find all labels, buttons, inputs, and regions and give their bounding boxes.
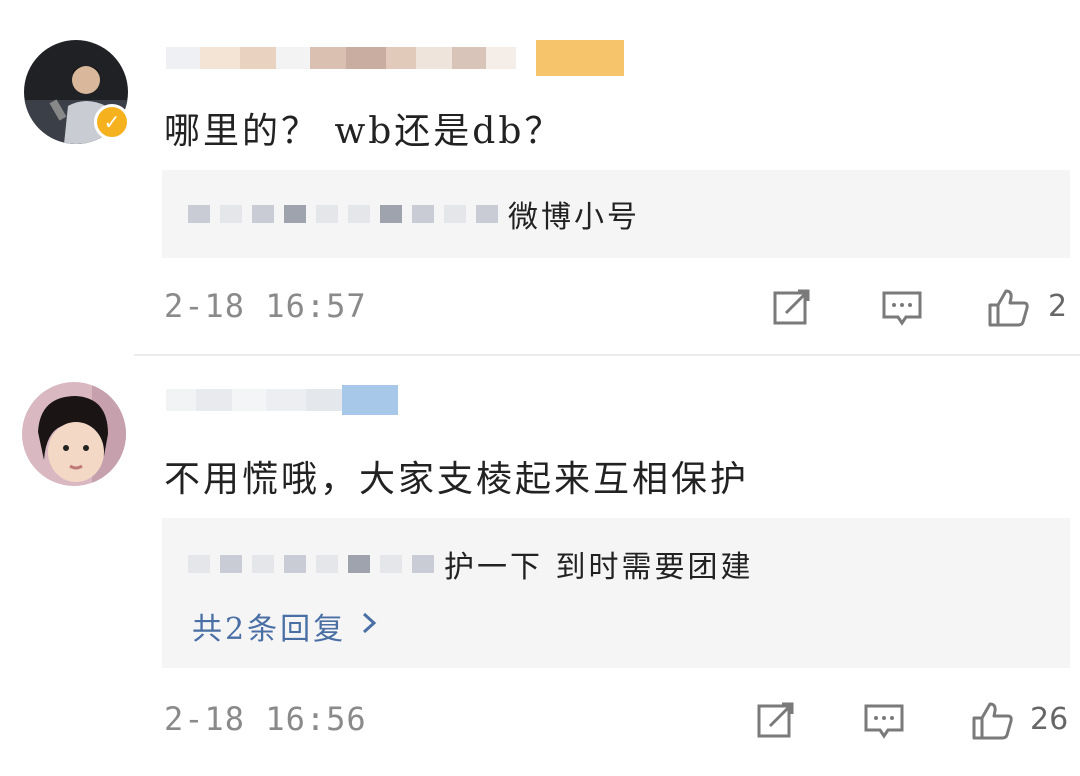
thumbs-up-icon[interactable]	[986, 285, 1030, 329]
timestamp: 2-18 16:57	[164, 287, 367, 325]
reply-username-blurred[interactable]	[188, 205, 498, 223]
comment-text: 哪里的？ wb还是db？	[164, 111, 564, 152]
share-icon[interactable]	[754, 698, 798, 742]
verified-badge-icon: ✓	[94, 104, 130, 140]
chevron-right-icon	[360, 609, 378, 644]
timestamp: 2-18 16:56	[164, 700, 367, 738]
avatar-image	[22, 382, 126, 486]
reply-text: 微博小号	[508, 200, 640, 235]
reply-username-blurred[interactable]	[188, 555, 434, 573]
view-more-replies-link[interactable]: 共2条回复	[192, 604, 378, 648]
comment-footer: 2-18 16:56 26	[164, 690, 1074, 750]
share-icon[interactable]	[770, 285, 814, 329]
comment-icon[interactable]	[862, 698, 906, 742]
reply-preview[interactable]: 护一下 到时需要团建 共2条回复	[162, 518, 1070, 668]
divider	[134, 354, 1080, 356]
avatar[interactable]	[22, 382, 126, 486]
like-count: 2	[1048, 289, 1068, 324]
comment-text: 不用慌哦，大家支棱起来互相保护	[164, 459, 750, 500]
comment-item: ✓ 哪里的？ wb还是db？ 微博小号 2-18 16:57 2	[0, 0, 1080, 355]
comment-footer: 2-18 16:57 2	[164, 277, 1074, 337]
comment-icon[interactable]	[880, 285, 924, 329]
thumbs-up-icon[interactable]	[970, 698, 1014, 742]
reply-preview[interactable]: 微博小号	[162, 170, 1070, 258]
username-blurred[interactable]	[166, 380, 398, 420]
reply-text: 护一下 到时需要团建	[444, 550, 754, 585]
username-blurred[interactable]	[166, 38, 624, 78]
more-replies-label: 共2条回复	[192, 612, 347, 647]
comment-item: 不用慌哦，大家支棱起来互相保护 护一下 到时需要团建 共2条回复 2-18 16…	[0, 362, 1080, 776]
like-count: 26	[1030, 702, 1069, 737]
